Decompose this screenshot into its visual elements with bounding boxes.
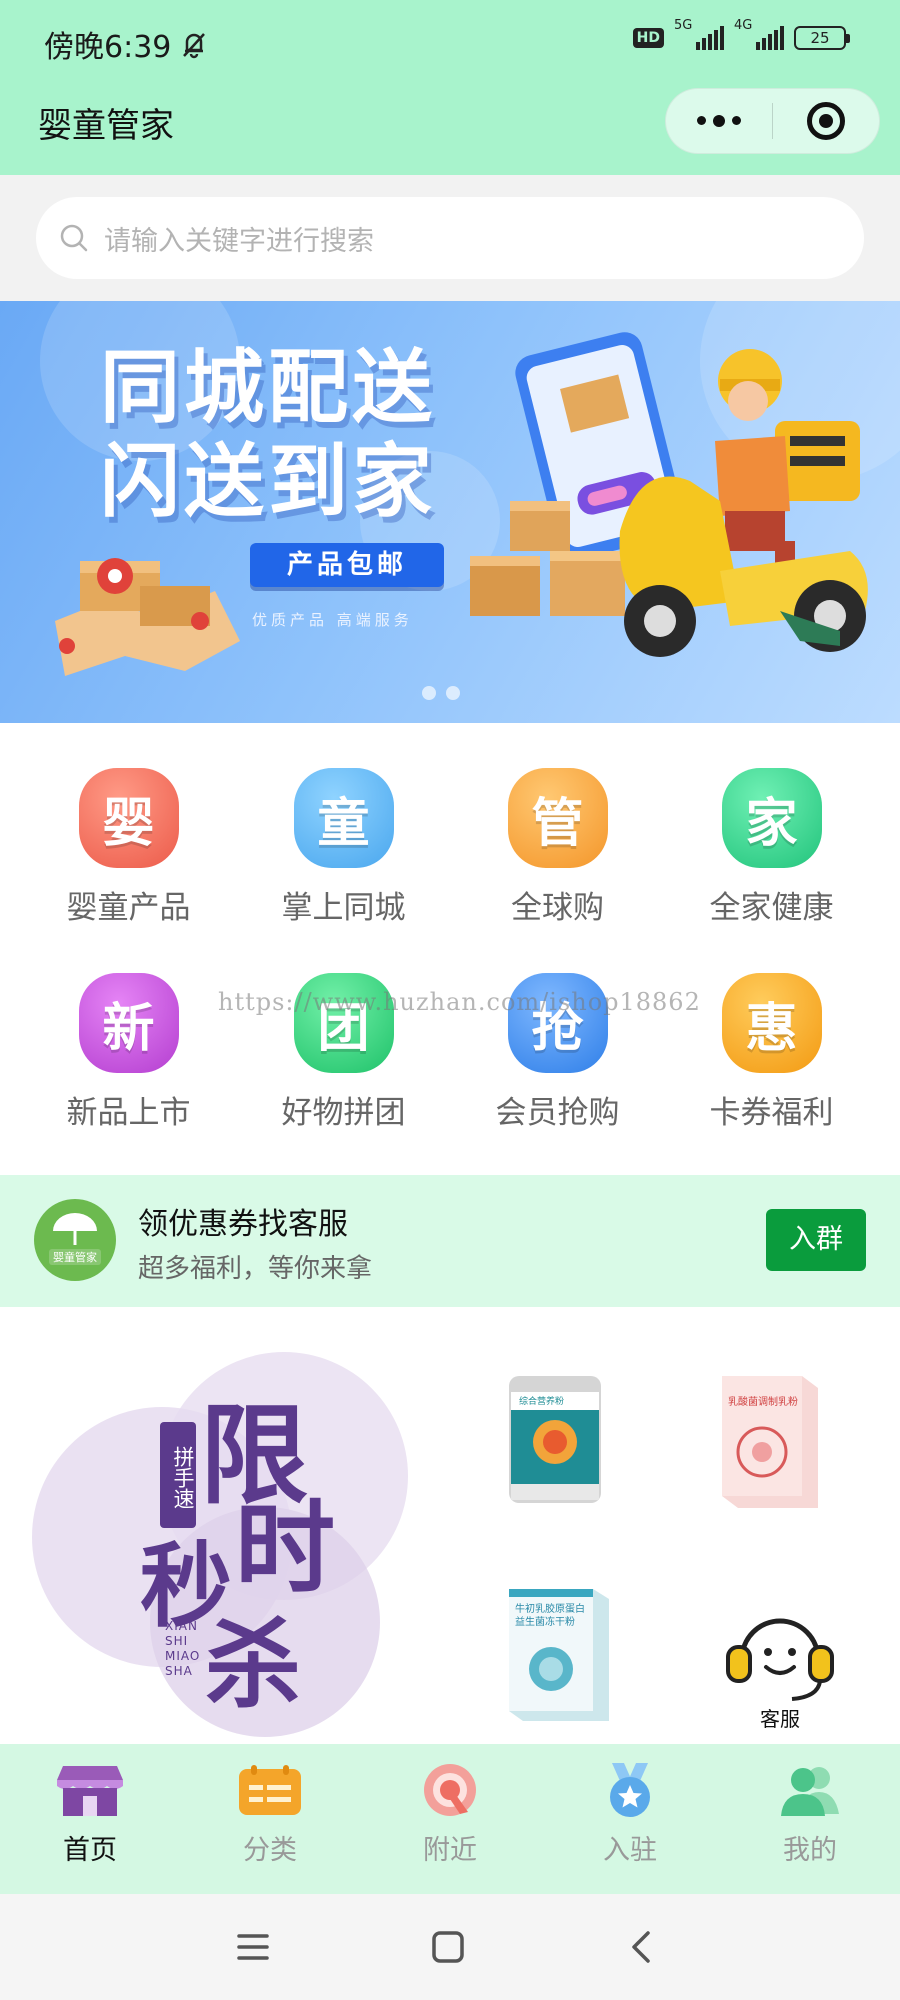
hd-badge: HD	[632, 28, 664, 48]
back-icon[interactable]	[624, 1930, 658, 1968]
customer-service-button[interactable]: 客服	[720, 1597, 840, 1732]
search-area: 请输入关键字进行搜索	[0, 175, 900, 301]
search-icon	[60, 224, 88, 252]
milk-can-image	[509, 1376, 601, 1503]
watermark-text: https://www.huzhan.com/ishop18862	[218, 988, 701, 1016]
grid-label: 掌上同城	[281, 890, 406, 926]
grid-label: 全家健康	[709, 890, 834, 926]
grid-item-new-arrivals[interactable]: 新 新品上市	[21, 973, 236, 1132]
logo-text: 婴童管家	[49, 1249, 101, 1265]
user-icon	[775, 1760, 845, 1820]
status-bar: 傍晚6:39 HD 5G 4G 25	[0, 0, 900, 82]
coupon-title: 领优惠券找客服	[138, 1207, 348, 1242]
coupon-subtitle: 超多福利，等你来拿	[138, 1254, 373, 1284]
search-input[interactable]: 请输入关键字进行搜索	[36, 197, 864, 279]
brand-logo-icon: 婴童管家	[34, 1199, 116, 1281]
grid-item-global-shopping[interactable]: 管 全球购	[450, 768, 665, 927]
product-colostrum-powder[interactable]: 牛初乳胶原蛋白益生菌冻干粉	[505, 1583, 613, 1727]
time-text: 傍晚6:39	[44, 30, 172, 65]
grid-item-local-city[interactable]: 童 掌上同城	[236, 768, 451, 927]
tab-join[interactable]: 入驻	[540, 1760, 720, 1867]
product-nutrition-powder[interactable]: 综合营养粉	[505, 1372, 605, 1511]
flash-sale-char-4: 杀	[205, 1609, 301, 1721]
grid-label: 新品上市	[66, 1095, 191, 1131]
banner-pagination[interactable]	[422, 686, 460, 700]
product-label: 牛初乳胶原蛋白益生菌冻干粉	[515, 1604, 585, 1628]
status-time: 傍晚6:39	[44, 22, 209, 66]
manage-icon: 管	[507, 768, 608, 868]
nearby-icon	[415, 1760, 485, 1820]
bottom-tab-bar: 首页 分类 附近 入驻 我的	[0, 1744, 900, 1894]
grid-label: 全球购	[511, 890, 604, 926]
tab-label: 附近	[423, 1835, 477, 1866]
banner-tag: 产品包邮	[250, 543, 444, 587]
battery-icon: 25	[794, 26, 850, 50]
banner-subtitle: 优质产品 高端服务	[252, 611, 413, 629]
promo-banner[interactable]: 同城配送 闪送到家 产品包邮 优质产品 高端服务	[0, 301, 900, 723]
coupon-banner: 婴童管家 领优惠券找客服 超多福利，等你来拿 入群	[0, 1175, 900, 1307]
grid-item-baby-products[interactable]: 婴 婴童产品	[21, 768, 236, 927]
product-label: 乳酸菌调制乳粉	[728, 1397, 798, 1408]
medal-icon	[595, 1760, 665, 1820]
tab-category[interactable]: 分类	[180, 1760, 360, 1867]
tab-label: 首页	[63, 1835, 117, 1866]
tab-nearby[interactable]: 附近	[360, 1760, 540, 1867]
system-navigation-bar	[0, 1894, 900, 2000]
category-icon	[235, 1760, 305, 1820]
banner-dot[interactable]	[446, 686, 460, 700]
signal-5g-icon: 5G	[674, 18, 724, 50]
tab-label: 分类	[243, 1835, 297, 1866]
miniprogram-capsule	[665, 88, 880, 154]
network-label-4g: 4G	[734, 18, 753, 33]
join-group-button[interactable]: 入群	[766, 1209, 866, 1271]
mute-bell-icon	[183, 33, 206, 59]
banner-title-line2: 闪送到家	[100, 435, 436, 528]
headset-smile-icon	[726, 1618, 834, 1701]
home-square-icon[interactable]	[431, 1930, 465, 1968]
customer-service-label: 客服	[760, 1707, 800, 1731]
app-title: 婴童管家	[38, 106, 174, 146]
tab-label: 入驻	[603, 1835, 657, 1866]
tab-home[interactable]: 首页	[0, 1760, 180, 1867]
grid-label: 婴童产品	[66, 890, 191, 926]
delivery-rider-illustration	[619, 349, 868, 657]
shop-icon	[55, 1760, 125, 1820]
banner-title-line1: 同城配送	[100, 341, 436, 434]
new-icon: 新	[78, 973, 179, 1073]
category-grid: 婴 婴童产品 童 掌上同城 管 全球购 家 全家健康 新 新品上市 团 好物拼团…	[0, 723, 900, 1175]
pink-box-image	[722, 1376, 818, 1508]
flash-sale-pinyin: XIAN SHI MIAO SHA	[165, 1619, 201, 1678]
baby-icon: 婴	[78, 768, 179, 868]
menu-icon[interactable]	[236, 1930, 270, 1968]
network-label-5g: 5G	[674, 18, 693, 33]
child-icon: 童	[293, 768, 394, 868]
search-placeholder: 请输入关键字进行搜索	[104, 225, 374, 257]
product-lactic-powder[interactable]: 乳酸菌调制乳粉	[718, 1370, 822, 1514]
banner-dot[interactable]	[422, 686, 436, 700]
grid-item-family-health[interactable]: 家 全家健康	[664, 768, 879, 927]
home-icon: 家	[721, 768, 822, 868]
grid-label: 会员抢购	[495, 1095, 620, 1131]
map-boxes-illustration	[55, 558, 240, 676]
signal-4g-icon: 4G	[734, 18, 784, 50]
umbrella-icon	[53, 1213, 97, 1245]
top-header: 傍晚6:39 HD 5G 4G 25 婴童管家	[0, 0, 900, 175]
tab-mine[interactable]: 我的	[720, 1760, 900, 1867]
grid-label: 卡券福利	[709, 1095, 834, 1131]
grid-label: 好物拼团	[281, 1095, 406, 1131]
more-menu-icon[interactable]	[666, 114, 772, 127]
close-miniprogram-icon[interactable]	[773, 102, 879, 140]
banner-title: 同城配送 闪送到家	[100, 341, 436, 529]
status-indicators: HD 5G 4G 25	[632, 18, 850, 50]
product-label: 综合营养粉	[519, 1397, 565, 1407]
flash-sale-section[interactable]: 拼手速 限 时 秒 杀 XIAN SHI MIAO SHA 综合营养粉 乳酸菌调…	[0, 1307, 900, 1744]
tab-label: 我的	[783, 1835, 837, 1866]
discount-icon: 惠	[721, 973, 822, 1073]
